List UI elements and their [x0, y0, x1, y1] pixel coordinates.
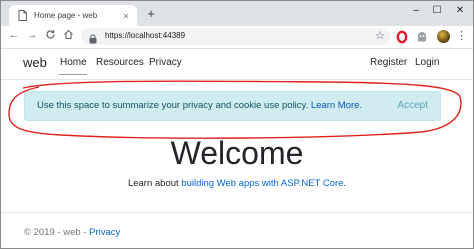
close-window-button[interactable]: ✕	[450, 5, 470, 16]
page-icon	[16, 10, 28, 22]
browser-window: Home page - web × + – ☐ ✕ ← → https://lo…	[0, 0, 474, 249]
home-button[interactable]	[61, 29, 75, 43]
footer-privacy-link[interactable]: Privacy	[89, 227, 120, 238]
active-nav-indicator	[59, 74, 87, 75]
cookie-message-text: Use this space to summarize your privacy…	[37, 100, 309, 111]
reload-button[interactable]	[43, 29, 57, 43]
avatar[interactable]	[437, 30, 450, 43]
web-page: web Home Resources Privacy Register Logi…	[1, 49, 473, 248]
tab-title: Home page - web	[34, 11, 98, 20]
kebab-menu-icon[interactable]: ⋮	[456, 29, 467, 42]
nav-privacy[interactable]: Privacy	[149, 57, 182, 68]
home-icon	[63, 29, 73, 40]
page-title: Welcome	[170, 135, 304, 171]
opera-icon[interactable]	[395, 30, 409, 44]
minimize-button[interactable]: –	[406, 5, 426, 16]
reload-icon	[45, 30, 55, 39]
lead-text: Learn about building Web apps with ASP.N…	[1, 178, 473, 189]
tab-strip: Home page - web × + – ☐ ✕	[1, 1, 473, 26]
nav-register[interactable]: Register	[370, 57, 407, 68]
nav-home[interactable]: Home	[60, 57, 87, 68]
nav-resources[interactable]: Resources	[96, 57, 144, 68]
nav-login[interactable]: Login	[415, 57, 439, 68]
lead-suffix: .	[343, 178, 347, 189]
site-navbar: web Home Resources Privacy Register Logi…	[1, 49, 473, 80]
cookie-message: Use this space to summarize your privacy…	[37, 100, 362, 111]
site-footer: © 2019 - web - Privacy	[24, 227, 120, 238]
lead-prefix: Learn about	[127, 178, 182, 189]
maximize-button[interactable]: ☐	[427, 5, 447, 16]
address-bar[interactable]: https://localhost:44389 ☆	[81, 28, 391, 45]
site-brand[interactable]: web	[23, 55, 47, 70]
footer-divider	[1, 212, 473, 213]
ghost-icon[interactable]	[415, 30, 429, 44]
browser-tab[interactable]: Home page - web ×	[9, 5, 137, 26]
aspnet-docs-link[interactable]: building Web apps with ASP.NET Core	[181, 178, 343, 189]
new-tab-button[interactable]: +	[144, 6, 158, 21]
browser-toolbar: ← → https://localhost:44389 ☆ ⋮	[1, 26, 473, 49]
back-button[interactable]: ←	[7, 29, 21, 41]
copyright-text: © 2019 - web -	[24, 227, 90, 238]
star-icon[interactable]: ☆	[375, 29, 385, 42]
url-text[interactable]: https://localhost:44389	[105, 31, 185, 40]
cookie-consent-banner: Use this space to summarize your privacy…	[24, 91, 441, 121]
accept-button[interactable]: Accept	[395, 98, 430, 113]
tab-close-icon[interactable]: ×	[119, 11, 133, 21]
lock-icon	[89, 31, 97, 49]
forward-button[interactable]: →	[25, 29, 39, 41]
learn-more-link[interactable]: Learn More.	[311, 100, 362, 111]
